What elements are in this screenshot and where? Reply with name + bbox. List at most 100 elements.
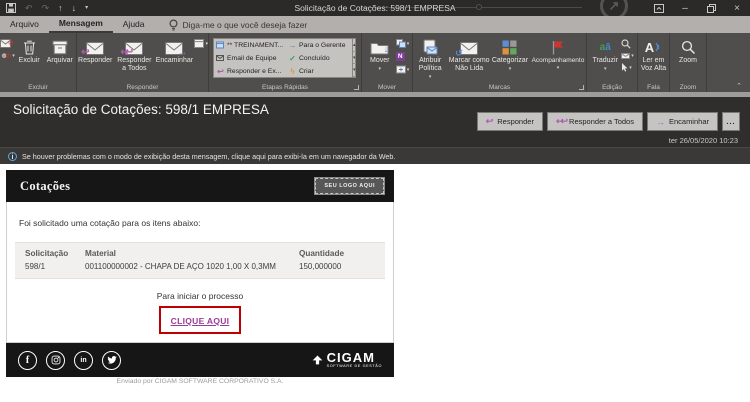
- col-solicitacao: Solicitação: [25, 249, 69, 258]
- related-button[interactable]: ▾: [621, 53, 634, 59]
- facebook-icon[interactable]: f: [18, 350, 37, 370]
- reply-all-arrows-icon: ↩↩: [120, 47, 133, 58]
- more-actions-icon: ...: [726, 117, 736, 126]
- categorize-button[interactable]: Categorizar ▾: [491, 36, 529, 79]
- group-fala: A Ler em Voz Alta Fala: [638, 33, 670, 92]
- linkedin-icon[interactable]: in: [74, 350, 93, 370]
- social-links: f in: [18, 350, 121, 370]
- read-aloud-button[interactable]: A Ler em Voz Alta: [639, 36, 669, 73]
- dropdown-icon: ▾: [508, 66, 512, 73]
- minimize-button[interactable]: –: [672, 0, 698, 16]
- arrow-right-icon: →: [288, 40, 297, 50]
- close-button[interactable]: ×: [724, 0, 750, 16]
- forward-action-label: Encaminhar: [668, 117, 709, 126]
- follow-up-button[interactable]: Acompanhamento ▾: [530, 36, 586, 79]
- move-button[interactable]: ↓ Mover ▾: [365, 36, 395, 74]
- next-item-icon[interactable]: ↓: [72, 3, 77, 13]
- dropdown-icon: ▾: [406, 66, 410, 73]
- group-marcas: Atribuir Política ▾ ↺ Marcar como Não Li…: [413, 33, 587, 92]
- reply-all-envelope-icon: ↩↩: [120, 37, 144, 58]
- quick-step-label: Email de Equipe: [227, 54, 277, 62]
- reply-button[interactable]: ↩ Responder: [77, 36, 113, 73]
- collapse-ribbon-icon[interactable]: ⌃: [736, 82, 742, 90]
- dropdown-icon: ▾: [603, 66, 607, 73]
- lightning-icon: ϟ: [290, 66, 295, 76]
- cta-highlight-box: CLIQUE AQUI: [158, 306, 242, 334]
- instagram-icon[interactable]: [46, 350, 65, 370]
- ribbon-display-options-icon[interactable]: [646, 0, 672, 16]
- message-date: ter 26/05/2020 10:23: [668, 136, 738, 145]
- actions-button[interactable]: ▾: [395, 65, 410, 74]
- customize-qat-icon[interactable]: ▾: [85, 5, 88, 11]
- block-icon: ⊘: [5, 52, 12, 60]
- gallery-down-icon[interactable]: ▾: [353, 52, 356, 65]
- zoom-button[interactable]: Zoom: [673, 36, 703, 65]
- message-actions: ↩ Responder ↩↩ Responder a Todos → Encam…: [476, 112, 740, 131]
- rules-button[interactable]: ▾: [395, 39, 409, 48]
- quick-step-concluido[interactable]: ✓ Concluído: [288, 52, 350, 65]
- categorize-icon: [502, 37, 517, 55]
- previous-item-icon[interactable]: ↑: [58, 3, 63, 13]
- ignore-button[interactable]: ⊘: [0, 39, 15, 48]
- tab-ajuda[interactable]: Ajuda: [113, 16, 155, 33]
- categorize-label: Categorizar: [491, 57, 529, 64]
- twitter-icon[interactable]: [102, 350, 121, 370]
- onenote-button[interactable]: N: [395, 52, 410, 61]
- forward-action-button[interactable]: → Encaminhar: [646, 112, 718, 131]
- group-excluir: ⊘ ☻ ⊘ ▾ Excluir Arquivar Excluir: [0, 33, 77, 92]
- reply-all-action-button[interactable]: ↩↩ Responder a Todos: [546, 112, 643, 131]
- dropdown-icon: ▾: [428, 74, 432, 81]
- quick-step-criar[interactable]: ϟ Criar: [288, 65, 350, 78]
- move-folder-icon: ↓: [370, 37, 389, 55]
- gallery-more-icon[interactable]: ▾: [353, 64, 356, 78]
- redo-icon[interactable]: ↷: [42, 3, 50, 13]
- email-title: Cotações: [20, 178, 71, 193]
- reply-all-action-label: Responder a Todos: [569, 117, 634, 126]
- quick-step-email-de-equipe[interactable]: Email de Equipe: [216, 52, 288, 65]
- assign-policy-button[interactable]: Atribuir Política ▾: [413, 36, 447, 81]
- restore-button[interactable]: [698, 0, 724, 16]
- info-bar[interactable]: i Se houver problemas com o modo de exib…: [0, 147, 750, 164]
- dialog-launcher-icon[interactable]: [354, 85, 359, 90]
- reply-arrow-icon: ↩: [217, 66, 224, 76]
- check-icon: ✓: [289, 53, 296, 63]
- find-button[interactable]: [621, 39, 634, 49]
- reply-action-button[interactable]: ↩ Responder: [476, 112, 543, 131]
- titlebar: ↗ Solicitação de Cotações: 598/1 EMPRESA…: [0, 0, 750, 16]
- gallery-up-icon[interactable]: ▴: [353, 39, 356, 52]
- reply-all-button[interactable]: ↩↩ Responder a Todos: [114, 36, 154, 73]
- forward-arrow-icon: →: [177, 47, 188, 58]
- message-subject: Solicitação de Cotações: 598/1 EMPRESA: [13, 102, 269, 117]
- quick-step-treinament[interactable]: ** TREINAMENT...: [216, 39, 288, 52]
- table-row: 598/1 001100000002 - CHAPA DE AÇO 1020 1…: [15, 260, 385, 273]
- tab-arquivo[interactable]: Arquivo: [0, 16, 49, 33]
- envelope-icon: [216, 55, 225, 61]
- group-label-edicao: Edição: [602, 84, 622, 91]
- quick-step-responder-excluir[interactable]: ↩ Responder e Ex...: [216, 65, 288, 78]
- dropdown-icon: ▾: [629, 64, 632, 71]
- undo-icon[interactable]: ↶: [25, 3, 33, 13]
- select-button[interactable]: ▾: [621, 63, 634, 72]
- tell-me-box[interactable]: Diga-me o que você deseja fazer: [169, 18, 307, 31]
- mark-unread-button[interactable]: ↺ Marcar como Não Lida: [448, 36, 490, 79]
- delete-button[interactable]: Excluir: [16, 36, 43, 65]
- quick-step-para-o-gerente[interactable]: → Para o Gerente: [288, 39, 350, 52]
- junk-button[interactable]: ☻ ⊘ ▾: [0, 52, 15, 60]
- email-header: Cotações SEU LOGO AQUI: [6, 170, 394, 202]
- dropdown-icon: ▾: [378, 66, 381, 73]
- trash-icon: [23, 37, 36, 55]
- clique-aqui-link[interactable]: CLIQUE AQUI: [171, 316, 230, 326]
- translate-label: Traduzir: [592, 57, 618, 64]
- reading-pane: Cotações SEU LOGO AQUI Foi solicitado um…: [0, 164, 750, 402]
- refresh-arrow-icon: ↺: [455, 48, 463, 58]
- archive-label: Arquivar: [46, 57, 73, 64]
- forward-button[interactable]: → Encaminhar: [155, 36, 193, 73]
- group-label-mover: Mover: [377, 84, 397, 91]
- translate-button[interactable]: aā Traduzir ▾: [590, 36, 620, 72]
- dialog-launcher-icon[interactable]: [579, 85, 584, 90]
- archive-button[interactable]: Arquivar: [44, 36, 76, 65]
- more-actions-button[interactable]: ...: [722, 112, 740, 131]
- tab-mensagem[interactable]: Mensagem: [48, 16, 113, 33]
- meeting-button[interactable]: ▾: [194, 39, 208, 48]
- save-icon[interactable]: [6, 3, 16, 13]
